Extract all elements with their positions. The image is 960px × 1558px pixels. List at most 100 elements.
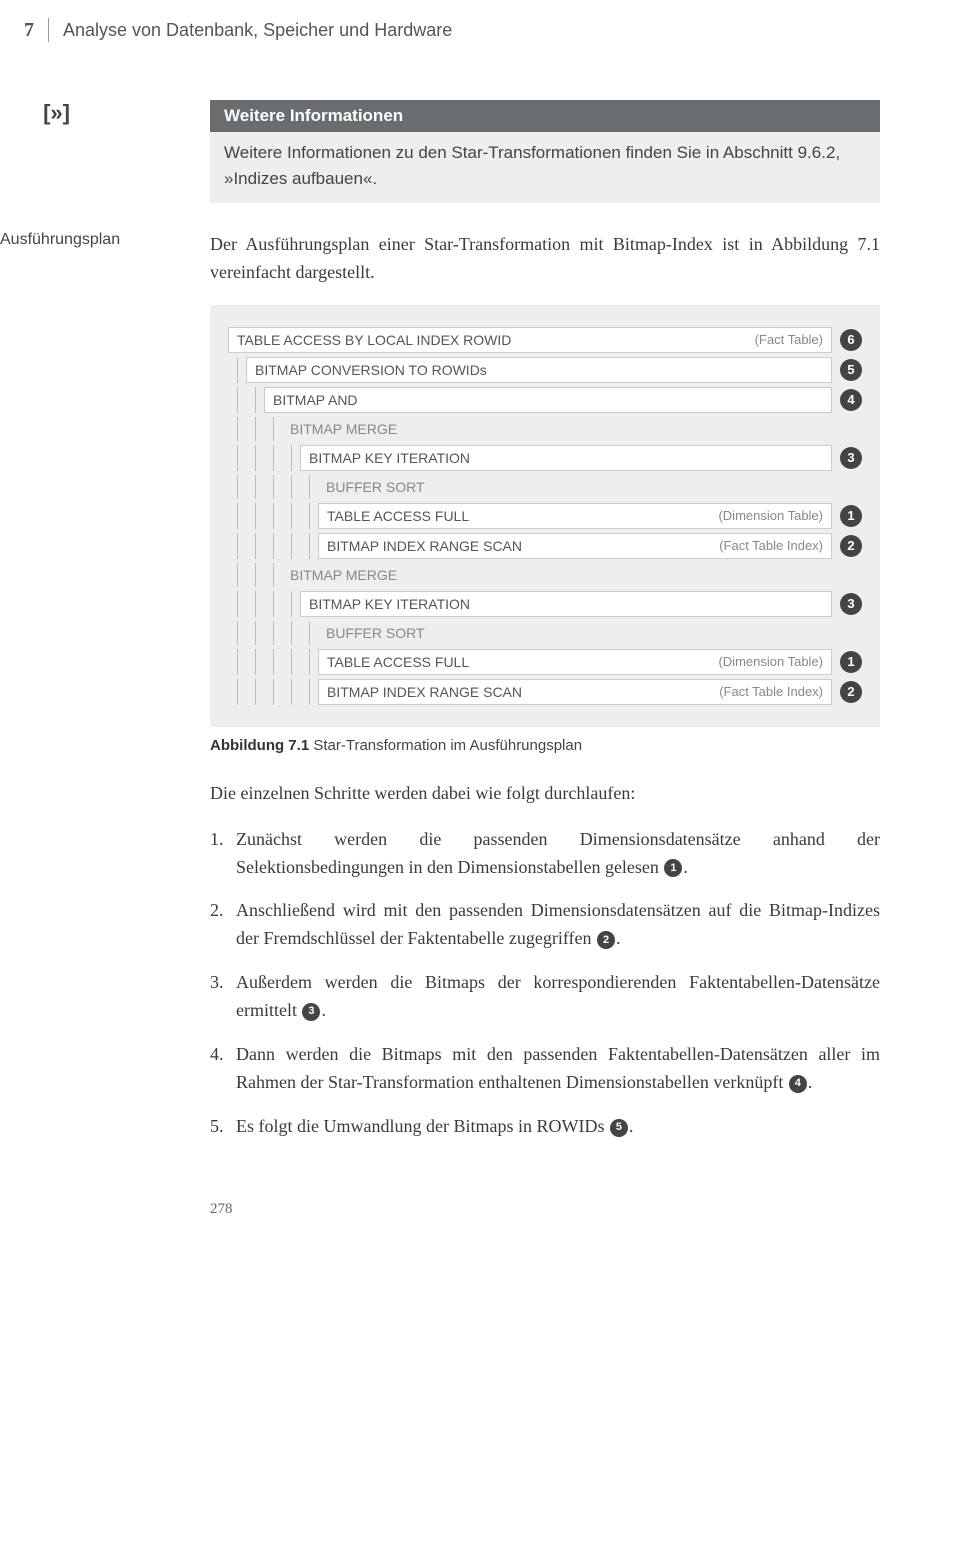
tree-line bbox=[246, 387, 264, 413]
page-number: 278 bbox=[210, 1201, 880, 1218]
page-content: [»] Weitere Informationen Weitere Inform… bbox=[0, 50, 960, 1248]
steps-list: 1.Zunächst werden die passenden Dimensio… bbox=[210, 826, 880, 1141]
plan-step: TABLE ACCESS FULL(Dimension Table) bbox=[318, 503, 832, 529]
chapter-number: 7 bbox=[0, 19, 48, 42]
tree-line bbox=[264, 621, 282, 645]
info-section: [»] Weitere Informationen Weitere Inform… bbox=[80, 100, 880, 203]
tree-line bbox=[246, 445, 264, 471]
plan-row: BITMAP INDEX RANGE SCAN(Fact Table Index… bbox=[228, 533, 862, 559]
tree-line bbox=[228, 591, 246, 617]
plan-step-label: BITMAP CONVERSION TO ROWIDs bbox=[255, 362, 487, 378]
tree-line bbox=[282, 533, 300, 559]
step-badge: 2 bbox=[840, 681, 862, 703]
tree-line bbox=[300, 649, 318, 675]
plan-step-label: BITMAP MERGE bbox=[290, 421, 397, 437]
list-item: 5.Es folgt die Umwandlung der Bitmaps in… bbox=[210, 1113, 880, 1141]
tree-line bbox=[246, 621, 264, 645]
tree-line bbox=[300, 679, 318, 705]
plan-step: BITMAP AND bbox=[264, 387, 832, 413]
tree-line bbox=[228, 621, 246, 645]
plan-step-label: BITMAP INDEX RANGE SCAN bbox=[327, 538, 522, 554]
plan-step: TABLE ACCESS BY LOCAL INDEX ROWID(Fact T… bbox=[228, 327, 832, 353]
plan-row: BITMAP CONVERSION TO ROWIDs5 bbox=[228, 357, 862, 383]
plan-row: BITMAP KEY ITERATION3 bbox=[228, 445, 862, 471]
tree-line bbox=[246, 649, 264, 675]
plan-step: BITMAP MERGE bbox=[282, 417, 832, 441]
tree-line bbox=[300, 503, 318, 529]
plan-step-label: BITMAP MERGE bbox=[290, 567, 397, 583]
list-item: 4.Dann werden die Bitmaps mit den passen… bbox=[210, 1041, 880, 1097]
plan-row: BITMAP MERGE bbox=[228, 563, 862, 587]
plan-step-label: TABLE ACCESS FULL bbox=[327, 654, 469, 670]
tree-line bbox=[264, 679, 282, 705]
tree-line bbox=[264, 649, 282, 675]
plan-step: BITMAP MERGE bbox=[282, 563, 832, 587]
tree-line bbox=[282, 679, 300, 705]
list-number: 1. bbox=[210, 826, 236, 882]
tree-line bbox=[228, 503, 246, 529]
step-badge: 1 bbox=[840, 651, 862, 673]
tree-line bbox=[228, 649, 246, 675]
tree-line bbox=[264, 591, 282, 617]
plan-row: TABLE ACCESS FULL (Dimension Table) 1 bbox=[228, 649, 862, 675]
list-item: 1.Zunächst werden die passenden Dimensio… bbox=[210, 826, 880, 882]
plan-step-label: BITMAP KEY ITERATION bbox=[309, 596, 470, 612]
figure-caption: Abbildung 7.1 Star-Transformation im Aus… bbox=[210, 737, 880, 754]
step-badge: 1 bbox=[664, 859, 682, 877]
plan-step: BITMAP INDEX RANGE SCAN(Fact Table Index… bbox=[318, 533, 832, 559]
plan-row: BUFFER SORT bbox=[228, 475, 862, 499]
plan-row: BITMAP MERGE bbox=[228, 417, 862, 441]
tree-line bbox=[282, 445, 300, 471]
tree-line bbox=[246, 563, 264, 587]
list-text: Dann werden die Bitmaps mit den passende… bbox=[236, 1041, 880, 1097]
tree-line bbox=[246, 679, 264, 705]
steps-intro: Die einzelnen Schritte werden dabei wie … bbox=[210, 780, 880, 808]
tree-line bbox=[228, 679, 246, 705]
plan-row: BITMAP KEY ITERATION 3 bbox=[228, 591, 862, 617]
plan-step: TABLE ACCESS FULL (Dimension Table) bbox=[318, 649, 832, 675]
plan-row: BITMAP INDEX RANGE SCAN(Fact Table Index… bbox=[228, 679, 862, 705]
step-badge: 2 bbox=[840, 535, 862, 557]
tree-line bbox=[246, 503, 264, 529]
plan-row: TABLE ACCESS BY LOCAL INDEX ROWID(Fact T… bbox=[228, 327, 862, 353]
list-number: 4. bbox=[210, 1041, 236, 1097]
plan-step: BITMAP INDEX RANGE SCAN(Fact Table Index… bbox=[318, 679, 832, 705]
plan-step-object: (Dimension Table) bbox=[718, 654, 823, 669]
tree-line bbox=[300, 533, 318, 559]
tree-line bbox=[228, 357, 246, 383]
plan-step-label: BUFFER SORT bbox=[326, 479, 425, 495]
figure-caption-text: Star-Transformation im Ausführungsplan bbox=[309, 737, 582, 754]
step-badge: 1 bbox=[840, 505, 862, 527]
header-divider bbox=[48, 18, 49, 42]
tree-line bbox=[228, 445, 246, 471]
info-box-title: Weitere Informationen bbox=[210, 100, 880, 132]
tree-line bbox=[228, 533, 246, 559]
list-text: Anschließend wird mit den passenden Dime… bbox=[236, 897, 880, 953]
info-box: Weitere Informationen Weitere Informatio… bbox=[210, 100, 880, 203]
list-text: Zunächst werden die passenden Dimensions… bbox=[236, 826, 880, 882]
tree-line bbox=[282, 503, 300, 529]
execution-plan-diagram: TABLE ACCESS BY LOCAL INDEX ROWID(Fact T… bbox=[210, 305, 880, 727]
step-badge: 4 bbox=[840, 389, 862, 411]
plan-row: TABLE ACCESS FULL(Dimension Table) 1 bbox=[228, 503, 862, 529]
list-number: 3. bbox=[210, 969, 236, 1025]
tree-line bbox=[228, 387, 246, 413]
plan-row: BUFFER SORT bbox=[228, 621, 862, 645]
list-number: 5. bbox=[210, 1113, 236, 1141]
tree-line bbox=[228, 417, 246, 441]
step-badge: 6 bbox=[840, 329, 862, 351]
step-badge: 4 bbox=[789, 1075, 807, 1093]
step-badge: 3 bbox=[840, 447, 862, 469]
list-text: Es folgt die Umwandlung der Bitmaps in R… bbox=[236, 1113, 880, 1141]
margin-label: Ausführungsplan bbox=[0, 231, 150, 249]
step-badge: 5 bbox=[610, 1119, 628, 1137]
step-badge: 3 bbox=[840, 593, 862, 615]
tree-line bbox=[246, 475, 264, 499]
list-text: Außerdem werden die Bitmaps der korrespo… bbox=[236, 969, 880, 1025]
tree-line bbox=[264, 503, 282, 529]
paragraph-section: Ausführungsplan Der Ausführungsplan eine… bbox=[80, 231, 880, 287]
plan-step: BUFFER SORT bbox=[318, 475, 832, 499]
tree-line bbox=[264, 475, 282, 499]
step-badge: 3 bbox=[302, 1003, 320, 1021]
list-number: 2. bbox=[210, 897, 236, 953]
